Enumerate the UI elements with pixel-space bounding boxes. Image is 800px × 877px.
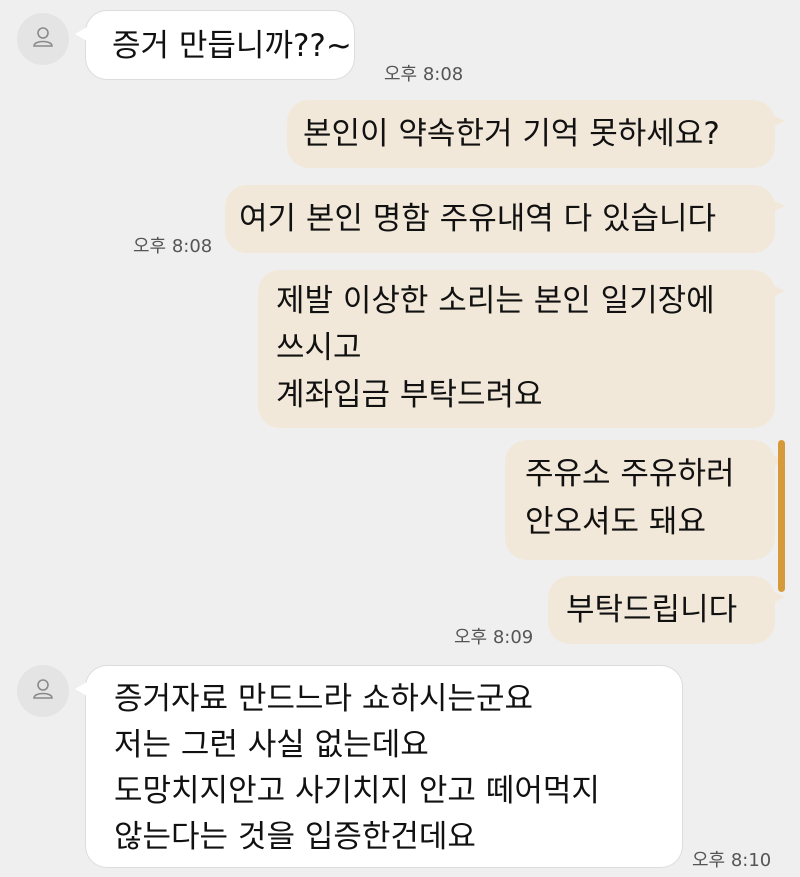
message-text: 여기 본인 명함 주유내역 다 있습니다 bbox=[239, 201, 717, 237]
message-timestamp: 오후 8:08 bbox=[133, 236, 213, 257]
message-text: 제발 이상한 소리는 본인 일기장에 bbox=[276, 283, 715, 319]
message-bubble-outgoing[interactable]: 본인이 약속한거 기억 못하세요? bbox=[287, 100, 785, 168]
message-text: 증거자료 만드느라 쇼하시는군요 bbox=[114, 681, 533, 717]
message-bubble-outgoing[interactable]: 여기 본인 명함 주유내역 다 있습니다 bbox=[225, 185, 785, 253]
message-text: 본인이 약속한거 기억 못하세요? bbox=[303, 116, 720, 152]
message-text: 쓰시고 bbox=[276, 330, 362, 366]
message-timestamp: 오후 8:09 bbox=[454, 627, 534, 648]
message-bubble-incoming[interactable]: 증거 만듭니까??~ bbox=[75, 10, 355, 80]
message-text: 안오셔도 돼요 bbox=[525, 504, 706, 540]
message-bubble-outgoing[interactable]: 제발 이상한 소리는 본인 일기장에 쓰시고 계좌입금 부탁드려요 bbox=[258, 270, 785, 428]
message-text: 증거 만듭니까??~ bbox=[112, 28, 352, 64]
message-text: 계좌입금 부탁드려요 bbox=[276, 377, 543, 413]
person-outline-icon bbox=[30, 676, 56, 706]
person-outline-icon bbox=[30, 24, 56, 54]
message-bubble-outgoing[interactable]: 부탁드립니다 bbox=[548, 576, 785, 644]
message-bubble-incoming[interactable]: 증거자료 만드느라 쇼하시는군요 저는 그런 사실 없는데요 도망치지안고 사기… bbox=[75, 665, 683, 868]
avatar[interactable] bbox=[17, 13, 69, 65]
message-bubble-outgoing[interactable]: 주유소 주유하러 안오셔도 돼요 bbox=[505, 440, 785, 560]
message-timestamp: 오후 8:10 bbox=[692, 850, 772, 871]
scrollbar-thumb[interactable] bbox=[778, 440, 785, 592]
avatar[interactable] bbox=[17, 665, 69, 717]
message-text: 않는다는 것을 입증한건데요 bbox=[114, 819, 476, 855]
message-text: 저는 그런 사실 없는데요 bbox=[114, 727, 429, 763]
message-timestamp: 오후 8:08 bbox=[384, 64, 464, 85]
message-text: 주유소 주유하러 bbox=[525, 456, 735, 492]
message-text: 도망치지안고 사기치지 안고 떼어먹지 bbox=[114, 773, 600, 809]
message-text: 부탁드립니다 bbox=[566, 592, 738, 628]
